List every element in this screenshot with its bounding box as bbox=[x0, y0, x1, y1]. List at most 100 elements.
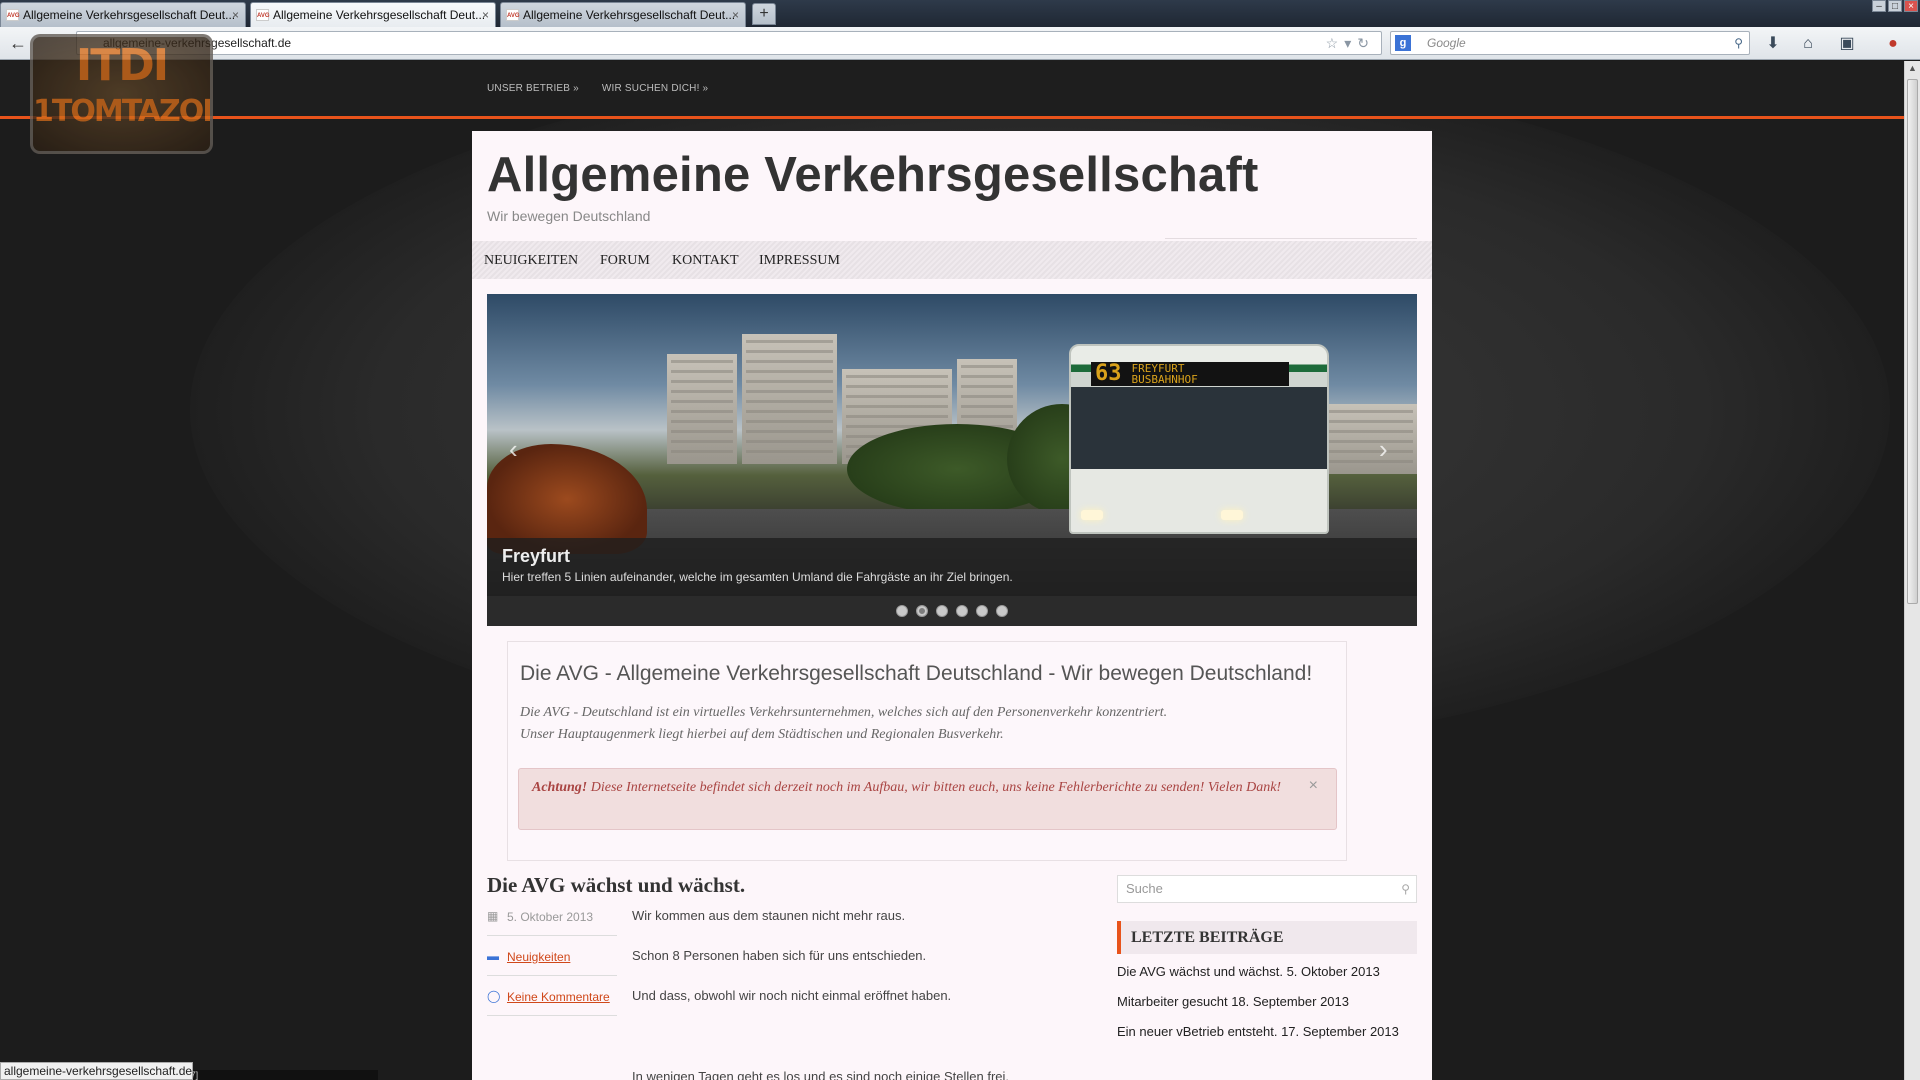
favicon-icon: AVG bbox=[6, 9, 20, 21]
adblock-icon[interactable]: ● bbox=[1882, 33, 1904, 55]
caption-text: Hier treffen 5 Linien aufeinander, welch… bbox=[502, 570, 1013, 584]
intro-lead-line1: Die AVG - Deutschland ist ein virtuelles… bbox=[520, 705, 1168, 720]
slider-dot-6[interactable] bbox=[996, 605, 1008, 617]
recent-post-title[interactable]: Die AVG wächst und wächst. bbox=[1117, 964, 1283, 979]
google-icon[interactable]: g bbox=[1395, 35, 1411, 51]
bus-destination-2: BUSBAHNHOF bbox=[1131, 373, 1198, 386]
sidebar-search-placeholder: Suche bbox=[1126, 881, 1163, 896]
back-arrow-icon[interactable]: ← bbox=[8, 33, 28, 53]
page-scrollbar[interactable]: ▲ bbox=[1904, 61, 1920, 1080]
slider-dot-5[interactable] bbox=[976, 605, 988, 617]
tab-close-icon[interactable]: × bbox=[732, 3, 739, 27]
post-paragraph: Schon 8 Personen haben sich für uns ents… bbox=[632, 948, 927, 963]
intro-box: Die AVG - Allgemeine Verkehrsgesellschaf… bbox=[507, 641, 1347, 861]
main-nav: NEUIGKEITEN FORUM KONTAKT IMPRESSUM bbox=[472, 241, 1432, 279]
scroll-up-icon[interactable]: ▲ bbox=[1908, 63, 1917, 73]
alert-strong: Achtung! bbox=[532, 780, 588, 795]
search-placeholder: Google bbox=[1427, 36, 1466, 50]
caption-title: Freyfurt bbox=[502, 546, 571, 566]
slider-prev-icon[interactable]: ‹ bbox=[509, 434, 518, 465]
recent-post-title[interactable]: Ein neuer vBetrieb entsteht. bbox=[1117, 1024, 1277, 1039]
recent-post-item[interactable]: Die AVG wächst und wächst. 5. Oktober 20… bbox=[1117, 964, 1380, 979]
top-nav: UNSER BETRIEB » WIR SUCHEN DICH! » bbox=[487, 83, 728, 94]
topnav-wir-suchen-dich[interactable]: WIR SUCHEN DICH! » bbox=[602, 83, 708, 94]
browser-tab-3[interactable]: AVG Allgemeine Verkehrsgesellschaft Deut… bbox=[500, 2, 746, 27]
search-icon[interactable]: ⚲ bbox=[1401, 876, 1410, 902]
watermark-line1: ITDI bbox=[75, 40, 169, 91]
favicon-icon: AVG bbox=[256, 9, 270, 21]
calendar-icon: ▦ bbox=[487, 909, 499, 923]
tab-close-icon[interactable]: × bbox=[482, 3, 489, 27]
browser-tabbar: AVG Allgemeine Verkehrsgesellschaft Deut… bbox=[0, 0, 1920, 27]
nav-forum[interactable]: FORUM bbox=[600, 253, 650, 269]
slider-dot-2[interactable] bbox=[916, 605, 928, 617]
recent-post-item[interactable]: Mitarbeiter gesucht 18. September 2013 bbox=[1117, 994, 1349, 1009]
post-comments-link[interactable]: Keine Kommentare bbox=[507, 990, 610, 1004]
recent-post-date: 18. September 2013 bbox=[1231, 994, 1349, 1009]
bus-image: 63 FREYFURT BUSBAHNHOF bbox=[1069, 344, 1329, 534]
recent-post-item[interactable]: Ein neuer vBetrieb entsteht. 17. Septemb… bbox=[1117, 1024, 1399, 1039]
divider bbox=[1165, 238, 1417, 239]
browser-tab-1[interactable]: AVG Allgemeine Verkehrsgesellschaft Deut… bbox=[0, 2, 246, 27]
channel-watermark-logo: ITDI 1TOMTAZON bbox=[30, 34, 213, 154]
bus-line-number: 63 bbox=[1095, 361, 1122, 386]
divider bbox=[487, 1015, 617, 1016]
slider-dot-3[interactable] bbox=[936, 605, 948, 617]
divider bbox=[487, 975, 617, 976]
recent-post-date: 17. September 2013 bbox=[1281, 1024, 1399, 1039]
intro-heading: Die AVG - Allgemeine Verkehrsgesellschaf… bbox=[520, 662, 1313, 685]
slider-next-icon[interactable]: › bbox=[1379, 434, 1388, 465]
nav-neuigkeiten[interactable]: NEUIGKEITEN bbox=[484, 253, 578, 269]
post-paragraph: Wir kommen aus dem staunen nicht mehr ra… bbox=[632, 908, 906, 923]
download-icon[interactable]: ⬇ bbox=[1762, 33, 1784, 55]
post-title[interactable]: Die AVG wächst und wächst. bbox=[487, 873, 745, 898]
browser-tab-2[interactable]: AVG Allgemeine Verkehrsgesellschaft Deut… bbox=[250, 2, 496, 27]
home-icon[interactable]: ⌂ bbox=[1797, 33, 1819, 55]
favicon-icon: AVG bbox=[506, 9, 520, 21]
recent-post-title[interactable]: Mitarbeiter gesucht bbox=[1117, 994, 1228, 1009]
alert-box: Achtung! Diese Internetseite befindet si… bbox=[518, 768, 1337, 830]
status-bar: allgemeine-verkehrsgesellschaft.de bbox=[0, 1062, 193, 1080]
tab-close-icon[interactable]: × bbox=[232, 3, 239, 27]
sidebar-search-input[interactable]: Suche ⚲ bbox=[1117, 875, 1417, 903]
slider-dot-1[interactable] bbox=[896, 605, 908, 617]
nav-kontakt[interactable]: KONTAKT bbox=[672, 253, 739, 269]
minimize-icon[interactable]: – bbox=[1872, 0, 1886, 12]
address-bar[interactable]: allgemeine-verkehrsgesellschaft.de ☆▾↻ bbox=[76, 31, 1382, 55]
alert-close-icon[interactable]: × bbox=[1309, 775, 1318, 797]
tab-label: Allgemeine Verkehrsgesellschaft Deut... bbox=[523, 8, 736, 22]
scroll-thumb[interactable] bbox=[1907, 79, 1918, 604]
post-date-text: 5. Oktober 2013 bbox=[507, 910, 594, 924]
slide-image: 63 FREYFURT BUSBAHNHOF ‹ › Freyfurt Hier… bbox=[487, 294, 1417, 596]
dropdown-arrow-icon[interactable]: ▾ bbox=[1344, 35, 1357, 51]
recent-posts-heading: LETZTE BEITRÄGE bbox=[1117, 921, 1417, 954]
intro-lead: Die AVG - Deutschland ist ein virtuelles… bbox=[520, 702, 1167, 746]
recent-post-date: 5. Oktober 2013 bbox=[1286, 964, 1380, 979]
search-icon[interactable]: ⚲ bbox=[1734, 32, 1743, 54]
post-category-link[interactable]: Neuigkeiten bbox=[507, 950, 570, 964]
site-title[interactable]: Allgemeine Verkehrsgesellschaft bbox=[487, 147, 1259, 203]
slider-pager bbox=[487, 596, 1417, 626]
comment-icon: ◯ bbox=[487, 989, 501, 1003]
browser-navbar: ← allgemeine-verkehrsgesellschaft.de ☆▾↻… bbox=[0, 27, 1920, 60]
maximize-icon[interactable]: □ bbox=[1888, 0, 1902, 12]
reload-icon[interactable]: ↻ bbox=[1357, 35, 1375, 51]
tab-label: Allgemeine Verkehrsgesellschaft Deut... bbox=[23, 8, 236, 22]
image-slider[interactable]: 63 FREYFURT BUSBAHNHOF ‹ › Freyfurt Hier… bbox=[487, 294, 1417, 626]
bookmark-star-icon[interactable]: ☆ bbox=[1326, 35, 1345, 51]
topnav-unser-betrieb[interactable]: UNSER BETRIEB » bbox=[487, 83, 579, 94]
watermark-line2: 1TOMTAZON bbox=[33, 94, 213, 129]
nav-impressum[interactable]: IMPRESSUM bbox=[759, 253, 840, 269]
folder-icon: ▬ bbox=[487, 949, 499, 963]
bookmarks-icon[interactable]: ▣ bbox=[1836, 33, 1858, 55]
post-paragraph: In wenigen Tagen geht es los und es sind… bbox=[632, 1069, 1010, 1080]
alert-text: Diese Internetseite befindet sich derzei… bbox=[587, 780, 1282, 795]
search-engine-field[interactable]: g Google ⚲ bbox=[1390, 31, 1750, 55]
bus-destination-display: 63 FREYFURT BUSBAHNHOF bbox=[1091, 362, 1289, 386]
new-tab-button[interactable]: + bbox=[752, 3, 776, 25]
tab-label: Allgemeine Verkehrsgesellschaft Deut... bbox=[273, 8, 486, 22]
slider-dot-4[interactable] bbox=[956, 605, 968, 617]
site-tagline: Wir bewegen Deutschland bbox=[487, 208, 651, 224]
page-container: Allgemeine Verkehrsgesellschaft Wir bewe… bbox=[472, 131, 1432, 1080]
close-window-icon[interactable]: × bbox=[1904, 0, 1918, 12]
